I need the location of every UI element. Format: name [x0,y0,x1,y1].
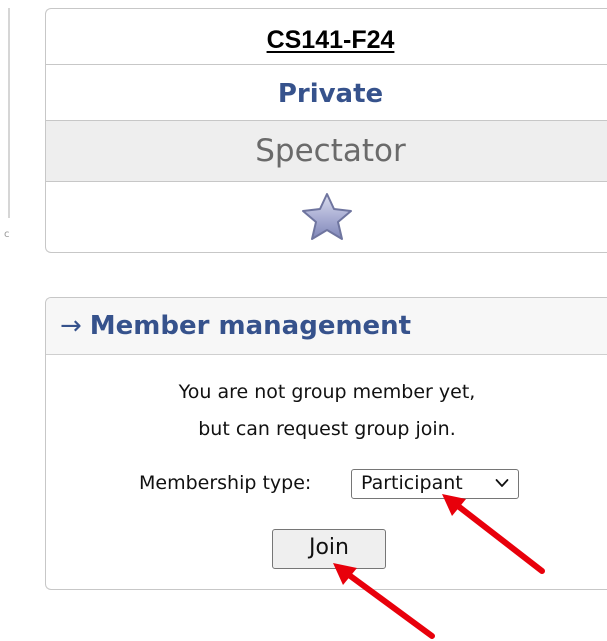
group-info-box: CS141-F24 Private Spectator [45,8,607,253]
membership-type-select[interactable]: Participant [351,469,519,499]
left-panel-edge [0,8,10,218]
page: c CS141-F24 Private Spectator → Member m… [0,0,607,641]
join-button[interactable]: Join [272,529,386,569]
member-management-title: Member management [89,311,412,341]
member-management-panel: → Member management You are not group mem… [45,297,607,590]
membership-type-label: Membership type: [139,472,312,494]
request-join-message: but can request group join. [198,418,456,440]
left-panel-mark: c [4,229,10,240]
membership-type-value: Participant [361,472,463,494]
group-name[interactable]: CS141-F24 [267,26,395,54]
group-title-row: CS141-F24 [46,9,607,64]
chevron-down-icon [495,479,509,487]
right-arrow-icon: → [60,311,82,341]
star-icon[interactable] [300,191,354,243]
favorite-row [46,181,607,252]
not-member-message: You are not group member yet, [178,381,476,403]
member-management-header[interactable]: → Member management [46,298,607,355]
group-role: Spectator [46,120,607,181]
group-visibility: Private [46,64,607,120]
